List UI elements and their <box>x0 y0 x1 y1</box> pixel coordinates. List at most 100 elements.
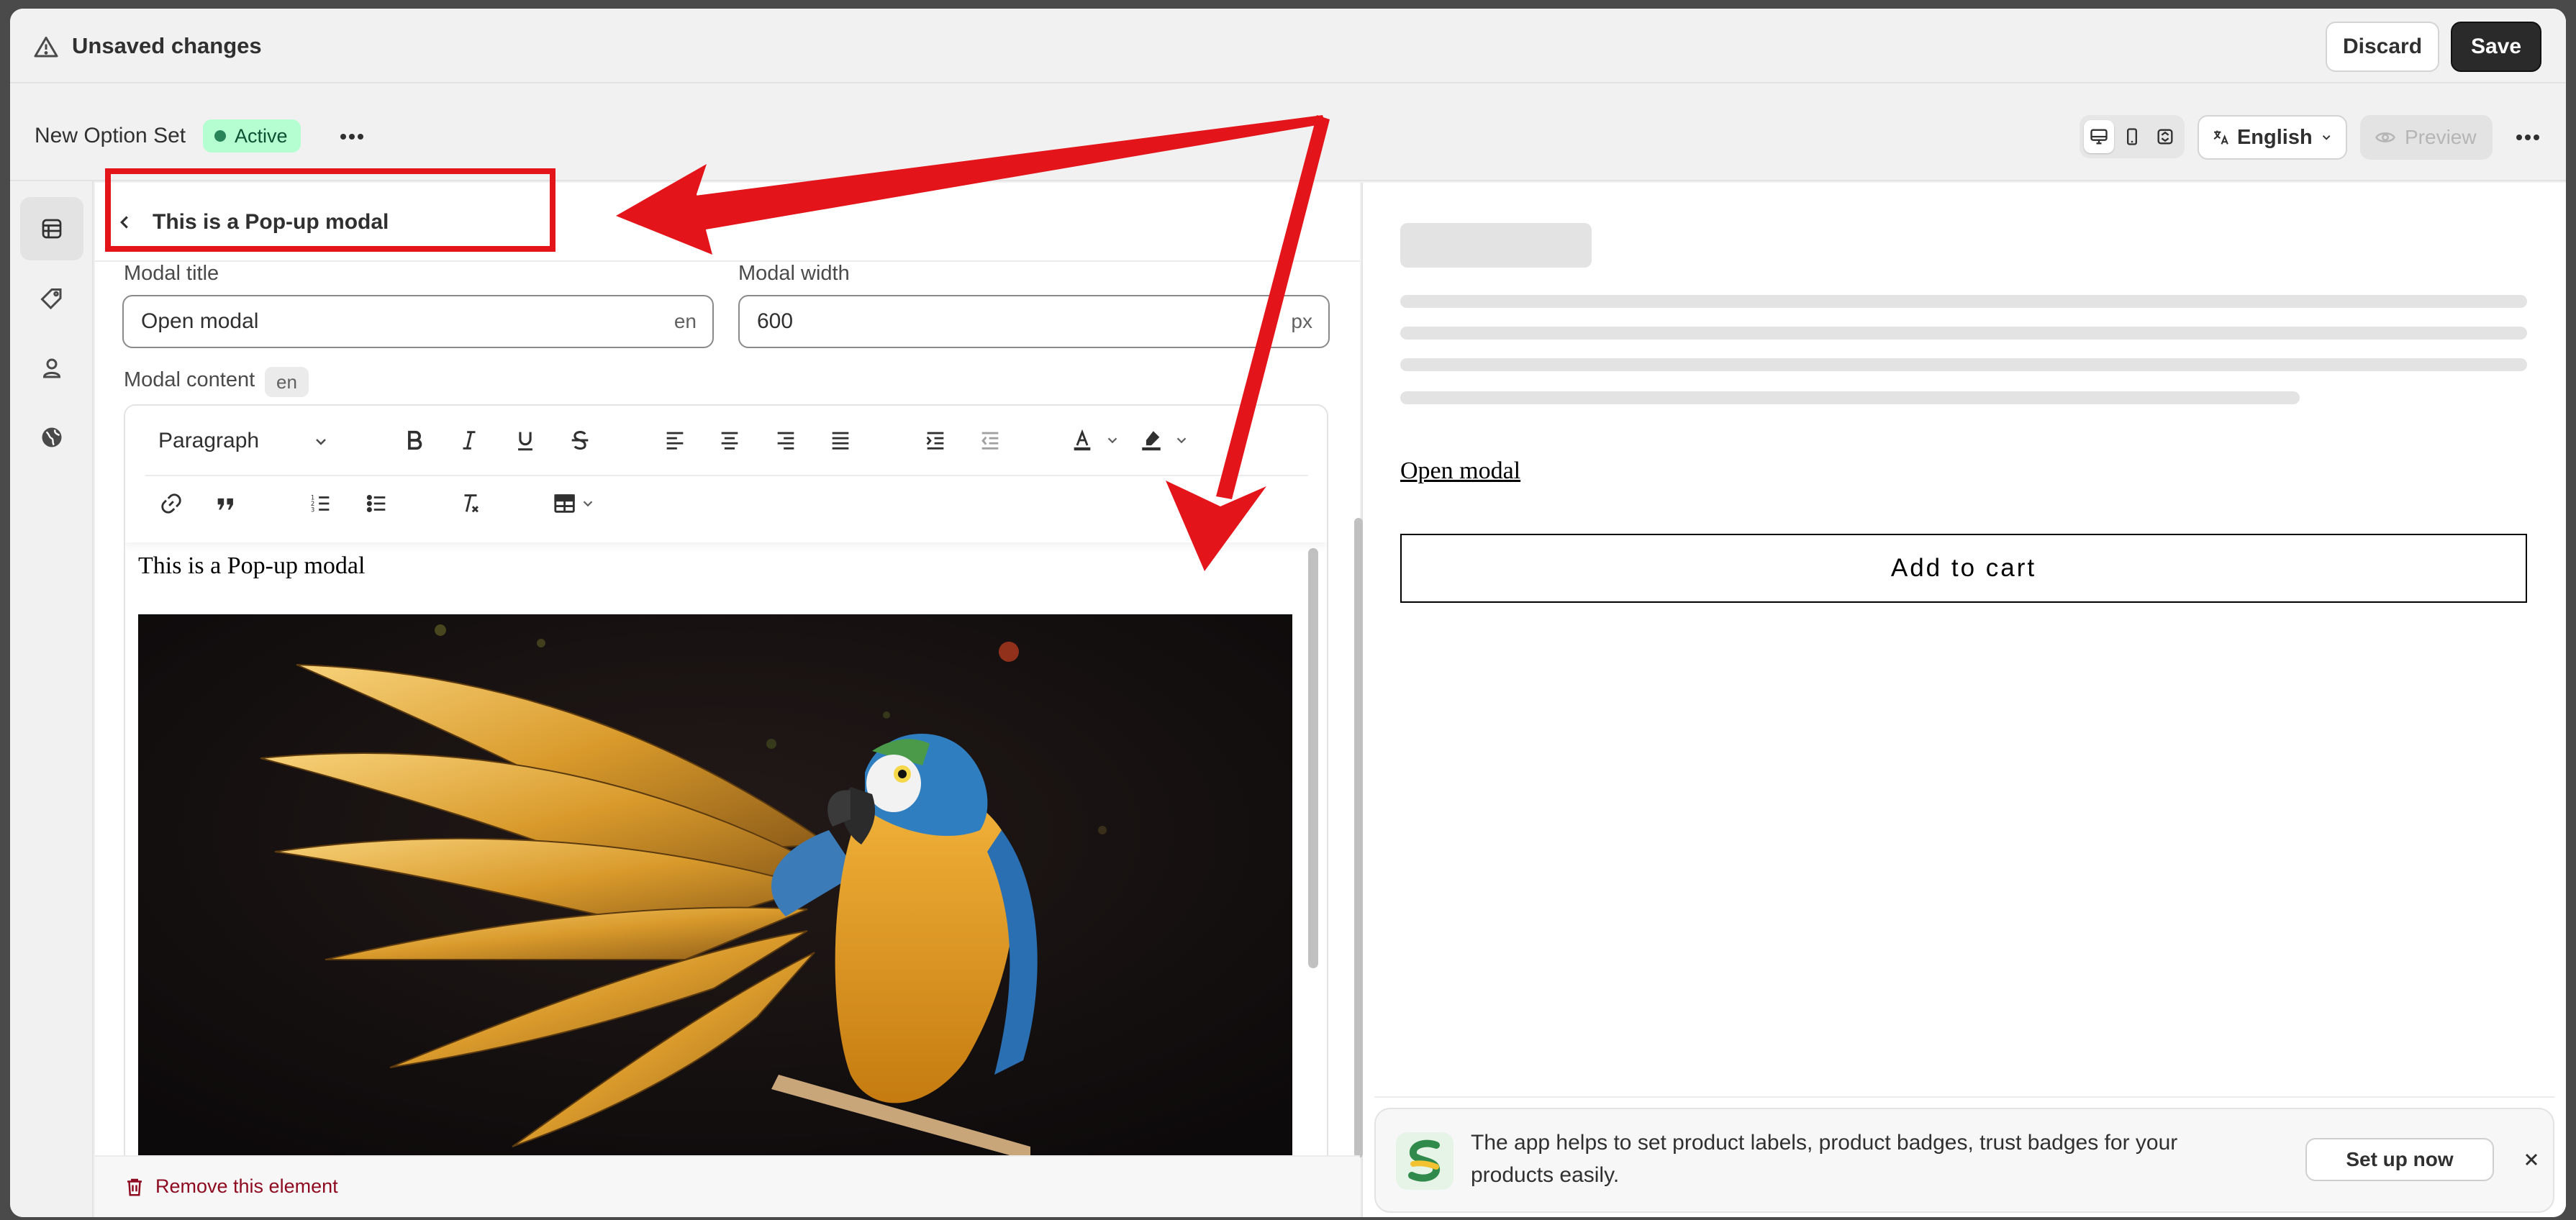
modal-title-value: Open modal <box>141 309 259 333</box>
align-left-icon <box>666 432 684 450</box>
status-badge-label: Active <box>235 124 288 147</box>
text-color-dropdown[interactable] <box>1098 420 1127 460</box>
status-dot <box>214 130 226 142</box>
language-select[interactable]: English <box>2198 115 2347 160</box>
underline-button[interactable] <box>505 420 545 460</box>
list-icon <box>42 219 62 239</box>
align-center-icon <box>721 432 738 450</box>
highlight-dropdown[interactable] <box>1167 420 1196 460</box>
close-icon <box>2525 1153 2538 1166</box>
rte-content-area[interactable]: This is a Pop-up modal <box>125 542 1327 1216</box>
sidebar-item-options[interactable] <box>20 197 83 260</box>
trash-icon <box>127 1178 142 1196</box>
tag-icon <box>40 288 62 310</box>
device-toggle-group <box>2080 115 2185 158</box>
app-promo-banner: The app helps to set product labels, pro… <box>1374 1108 2554 1213</box>
preview-button[interactable]: Preview <box>2360 115 2493 160</box>
align-right-button[interactable] <box>766 420 806 460</box>
clear-format-icon <box>464 494 479 513</box>
option-set-header: New Option Set Active English Preview <box>10 83 2566 181</box>
more-actions-button[interactable] <box>334 121 370 152</box>
save-button[interactable]: Save <box>2451 22 2541 72</box>
editor-footer: Remove this element <box>95 1155 1360 1217</box>
open-modal-link[interactable]: Open modal <box>1400 458 1520 485</box>
option-set-name: New Option Set <box>35 124 186 147</box>
set-up-now-button[interactable]: Set up now <box>2305 1138 2494 1181</box>
editor-scrollbar[interactable] <box>1354 518 1363 1158</box>
blockquote-button[interactable] <box>206 483 246 524</box>
modal-width-value: 600 <box>757 309 794 333</box>
chevron-down-icon <box>316 439 326 445</box>
link-icon <box>161 493 181 514</box>
language-label: English <box>2236 125 2313 149</box>
unsaved-changes-title: Unsaved changes <box>72 33 262 58</box>
ellipsis-icon <box>2516 135 2539 140</box>
bold-icon <box>408 430 422 450</box>
skeleton-heading <box>1400 223 1592 268</box>
sidebar-item-labels[interactable] <box>20 268 83 331</box>
annotation-highlight-box <box>105 168 555 252</box>
strikethrough-button[interactable] <box>560 420 600 460</box>
preview-label: Preview <box>2405 126 2477 148</box>
link-button[interactable] <box>151 483 191 524</box>
fullscreen-icon <box>2157 129 2173 145</box>
skeleton-line <box>1400 295 2527 308</box>
chevron-down-icon <box>1176 437 1187 444</box>
modal-content-label: Modal content <box>124 368 255 391</box>
align-justify-button[interactable] <box>820 420 861 460</box>
outdent-icon <box>981 432 999 450</box>
discard-button[interactable]: Discard <box>2326 22 2439 72</box>
clear-format-button[interactable] <box>450 483 491 524</box>
align-left-button[interactable] <box>655 420 695 460</box>
align-justify-icon <box>832 432 849 450</box>
italic-button[interactable] <box>449 420 489 460</box>
person-icon <box>42 358 61 378</box>
table-icon <box>554 494 575 513</box>
text-color-icon <box>1074 429 1091 451</box>
align-center-button[interactable] <box>709 420 750 460</box>
alert-triangle-icon <box>34 37 58 58</box>
table-button[interactable] <box>541 483 606 524</box>
bullet-list-icon <box>366 494 386 513</box>
modal-title-label: Modal title <box>124 262 219 285</box>
desktop-view-button[interactable] <box>2084 120 2114 153</box>
align-right-icon <box>777 432 794 450</box>
mobile-view-button[interactable] <box>2117 120 2147 153</box>
highlight-icon <box>1142 431 1161 451</box>
add-to-cart-button[interactable]: Add to cart <box>1400 534 2527 603</box>
block-format-select[interactable]: Paragraph <box>145 417 340 465</box>
close-banner-button[interactable] <box>2518 1147 2544 1173</box>
bullet-list-button[interactable] <box>357 483 397 524</box>
rte-toolbar: Paragraph 1 2 3 <box>125 406 1327 542</box>
sidebar-item-customers[interactable] <box>20 337 83 400</box>
outdent-button[interactable] <box>970 420 1010 460</box>
more-options-button[interactable] <box>2510 119 2546 155</box>
chevron-down-icon <box>583 501 593 507</box>
modal-width-label: Modal width <box>738 262 850 285</box>
element-editor-panel: This is a Pop-up modal Modal title Open … <box>95 183 1363 1217</box>
svg-text:3: 3 <box>311 506 314 514</box>
indent-icon <box>926 432 944 450</box>
modal-width-field[interactable]: 600 px <box>738 295 1330 348</box>
fullscreen-view-button[interactable] <box>2150 120 2180 153</box>
highlight-button[interactable] <box>1131 420 1171 460</box>
status-badge: Active <box>203 119 301 152</box>
ellipsis-icon <box>340 134 363 140</box>
modal-content-lang-chip: en <box>265 367 309 397</box>
rte-scrollbar[interactable] <box>1308 548 1318 968</box>
text-color-button[interactable] <box>1062 420 1102 460</box>
modal-title-field[interactable]: Open modal en <box>122 295 714 348</box>
skeleton-line <box>1400 358 2527 371</box>
sidebar-item-markets[interactable] <box>20 406 83 469</box>
rte-content-text: This is a Pop-up modal <box>138 552 366 579</box>
remove-element-button[interactable]: Remove this element <box>124 1175 338 1198</box>
blockquote-icon <box>217 498 233 510</box>
ordered-list-button[interactable]: 123 <box>301 483 341 524</box>
bold-button[interactable] <box>394 420 435 460</box>
remove-element-label: Remove this element <box>155 1175 338 1197</box>
indent-button[interactable] <box>915 420 956 460</box>
chevron-down-icon <box>1107 437 1117 444</box>
skeleton-line <box>1400 391 2300 404</box>
block-format-label: Paragraph <box>158 429 260 452</box>
translate-icon <box>2213 130 2228 145</box>
